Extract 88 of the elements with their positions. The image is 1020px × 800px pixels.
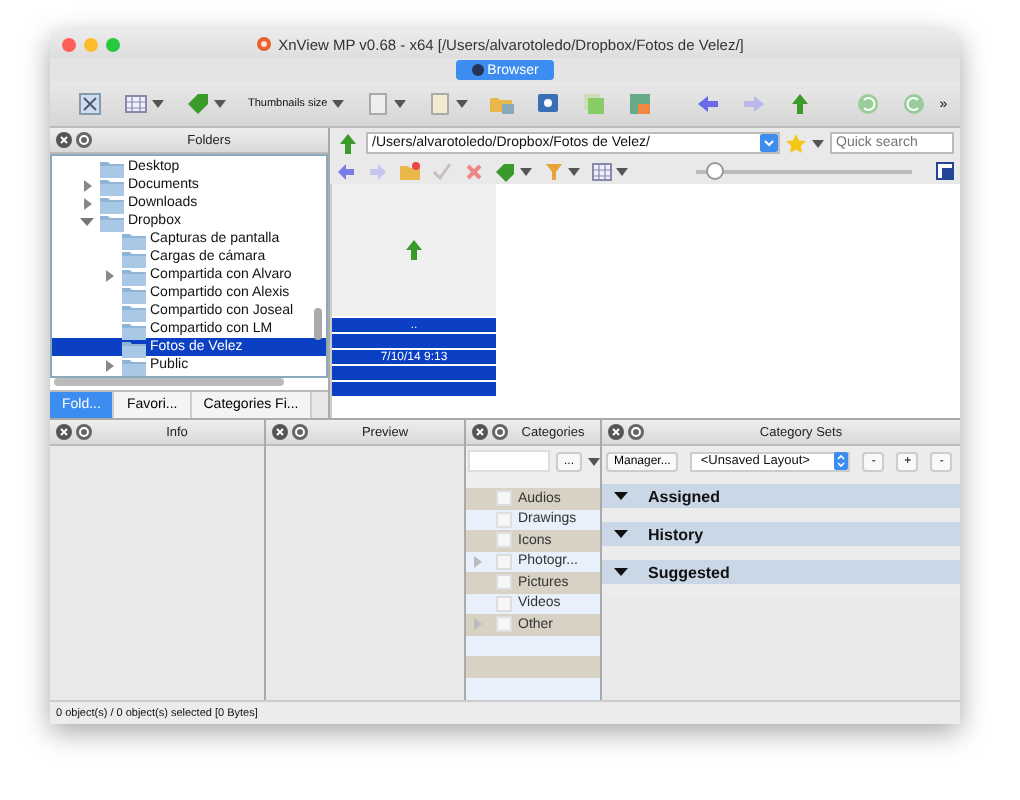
toolbar-button[interactable]	[124, 92, 164, 116]
back-arrow-icon[interactable]	[336, 161, 356, 181]
close-button[interactable]	[62, 37, 76, 51]
checkbox[interactable]	[496, 574, 512, 591]
close-icon[interactable]	[608, 424, 624, 440]
folder-icon	[122, 247, 146, 267]
delete-icon[interactable]	[464, 161, 484, 181]
toolbar-button[interactable]	[496, 161, 532, 181]
toolbar-button[interactable]	[592, 161, 628, 181]
close-icon[interactable]	[472, 424, 488, 440]
empty-row	[466, 677, 600, 700]
collapsed-arrow-icon[interactable]	[102, 267, 118, 283]
app-logo-icon	[256, 36, 273, 52]
collapsed-arrow-icon[interactable]	[80, 195, 96, 211]
close-icon[interactable]	[56, 424, 72, 440]
folder-icon	[100, 193, 124, 213]
caret-icon[interactable]	[812, 137, 824, 149]
float-icon[interactable]	[628, 424, 644, 440]
checkbox[interactable]	[496, 532, 512, 549]
new-folder-icon[interactable]	[400, 161, 420, 181]
checkbox[interactable]	[496, 616, 512, 633]
expanded-arrow-icon[interactable]	[614, 489, 628, 503]
float-icon[interactable]	[492, 424, 508, 440]
folder-icon	[122, 283, 146, 303]
close-icon[interactable]	[56, 132, 72, 148]
caret-icon[interactable]	[568, 165, 580, 177]
grid-icon[interactable]	[124, 92, 148, 116]
caret-icon[interactable]	[331, 98, 344, 110]
empty-row	[466, 635, 600, 656]
grid-icon[interactable]	[592, 161, 612, 181]
up-arrow-icon[interactable]	[402, 238, 426, 262]
caret-icon[interactable]	[616, 165, 628, 177]
close-icon[interactable]	[272, 424, 288, 440]
folder-icon	[100, 175, 124, 195]
slider-thumb[interactable]	[705, 161, 724, 179]
checkbox[interactable]	[496, 490, 512, 507]
empty-row	[466, 656, 600, 677]
stepper-icon[interactable]	[834, 452, 849, 470]
checkbox[interactable]	[496, 553, 512, 570]
rotate-right-icon[interactable]	[901, 92, 926, 116]
fit-icon[interactable]	[78, 92, 102, 116]
check-icon[interactable]	[432, 161, 452, 181]
checkbox[interactable]	[496, 595, 512, 612]
section-header[interactable]: Suggested	[602, 560, 960, 584]
toolbar-button[interactable]	[186, 92, 226, 116]
scrollbar[interactable]	[314, 308, 322, 340]
category-filter-field[interactable]	[468, 450, 550, 472]
folders-icon[interactable]	[489, 92, 514, 116]
checkbox[interactable]	[496, 511, 512, 528]
close-icon[interactable]	[471, 64, 484, 76]
folder-icon	[122, 319, 146, 339]
monitor-icon[interactable]	[535, 92, 560, 116]
folder-icon	[122, 265, 146, 285]
tag-icon[interactable]	[186, 92, 210, 116]
section-header[interactable]: Assigned	[602, 484, 960, 508]
folder-icon	[100, 211, 124, 231]
collapsed-arrow-icon[interactable]	[102, 357, 118, 373]
toolbar-button[interactable]	[365, 92, 406, 116]
scrollbar[interactable]	[54, 378, 284, 386]
window-icon[interactable]	[936, 162, 954, 180]
caret-icon[interactable]	[152, 98, 164, 110]
collapsed-arrow-icon[interactable]	[80, 177, 96, 193]
folder-icon	[122, 355, 146, 375]
folder-icon	[122, 337, 146, 357]
caret-icon[interactable]	[214, 98, 226, 110]
float-icon[interactable]	[292, 424, 308, 440]
up-arrow-icon[interactable]	[336, 131, 360, 155]
caret-icon[interactable]	[393, 98, 406, 110]
caret-icon[interactable]	[520, 165, 532, 177]
folder-icon	[122, 229, 146, 249]
up-arrow-icon[interactable]	[787, 92, 812, 116]
star-icon[interactable]	[786, 133, 806, 153]
folder-icon	[100, 157, 124, 177]
left-arrow-icon[interactable]	[695, 92, 720, 116]
expanded-arrow-icon[interactable]	[614, 565, 628, 579]
expanded-arrow-icon[interactable]	[614, 527, 628, 541]
caret-icon[interactable]	[455, 98, 468, 110]
float-icon[interactable]	[76, 424, 92, 440]
toolbar-button[interactable]	[427, 92, 468, 116]
rotate-left-icon[interactable]	[855, 92, 880, 116]
image-move-icon[interactable]	[627, 92, 652, 116]
section-header[interactable]: History	[602, 522, 960, 546]
folder-icon	[122, 301, 146, 321]
toolbar-button[interactable]	[544, 161, 580, 181]
float-icon[interactable]	[76, 132, 92, 148]
dropdown-icon[interactable]	[760, 134, 778, 152]
zoom-button[interactable]	[106, 37, 120, 51]
caret-icon[interactable]	[588, 455, 601, 467]
